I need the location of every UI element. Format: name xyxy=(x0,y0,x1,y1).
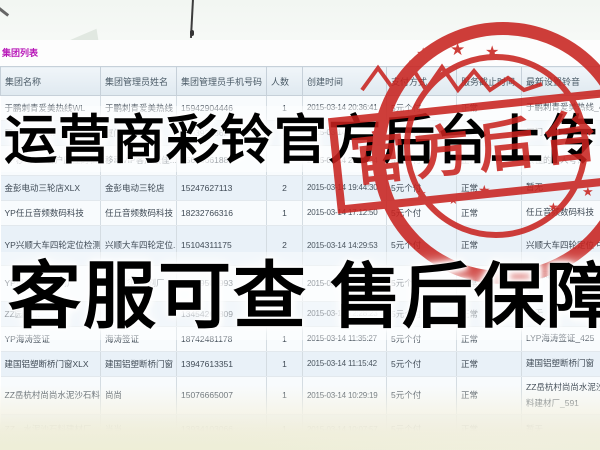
cell: 15247627113 xyxy=(177,176,267,201)
stamp-zigzag-icon xyxy=(360,58,550,94)
page-background: 集团列表 集团名称集团管理员姓名集团管理员手机号码人数创建时间支付方式服务截止时… xyxy=(0,0,600,450)
cell: 正常 xyxy=(457,352,522,377)
cell: YP任丘音频数码科技 xyxy=(1,201,101,226)
bottom-fade-overlay xyxy=(0,385,600,450)
column-header: 集团名称 xyxy=(1,67,101,96)
stamp-text: 官方后台 xyxy=(348,108,600,190)
star-icon: ★ xyxy=(450,41,465,58)
cell: 金彭电动三轮店XLX xyxy=(1,176,101,201)
sketch-corner-mark xyxy=(0,6,9,16)
cell: 建国铝塑断桥门窗XLX xyxy=(1,352,101,377)
cell: 金彭电动三轮店 xyxy=(101,176,177,201)
watermark-bottom-right-text: 售后保障 xyxy=(330,262,600,333)
star-icon: ★ xyxy=(548,201,559,213)
cell: 任丘音频数码科技 xyxy=(101,201,177,226)
column-header: 集团管理员姓名 xyxy=(101,67,177,96)
cell: 建国铝塑断桥门窗 xyxy=(101,352,177,377)
cell: 13947613351 xyxy=(177,352,267,377)
cell: 2 xyxy=(267,176,303,201)
watermark-bottom-left-text: 客服可查 xyxy=(8,260,308,333)
column-header: 人数 xyxy=(267,67,303,96)
official-stamp: ★ ★ ★ ★ ★ ★ ★ ★ 官方后台 xyxy=(330,15,600,285)
table-row[interactable]: 建国铝塑断桥门窗XLX建国铝塑断桥门窗1394761335112015-03-1… xyxy=(1,352,600,377)
column-header: 集团管理员手机号码 xyxy=(177,67,267,96)
cell: 18232766316 xyxy=(177,201,267,226)
cell: 建国铝塑断桥门窗 xyxy=(522,352,600,377)
tab-group-list[interactable]: 集团列表 xyxy=(2,46,38,59)
cell: 1 xyxy=(267,352,303,377)
pen-sketch-dot xyxy=(190,30,194,36)
cell: 1 xyxy=(267,201,303,226)
cell: 5元个付 xyxy=(387,352,457,377)
cell: 2015-03-14 11:15:42 xyxy=(303,352,387,377)
